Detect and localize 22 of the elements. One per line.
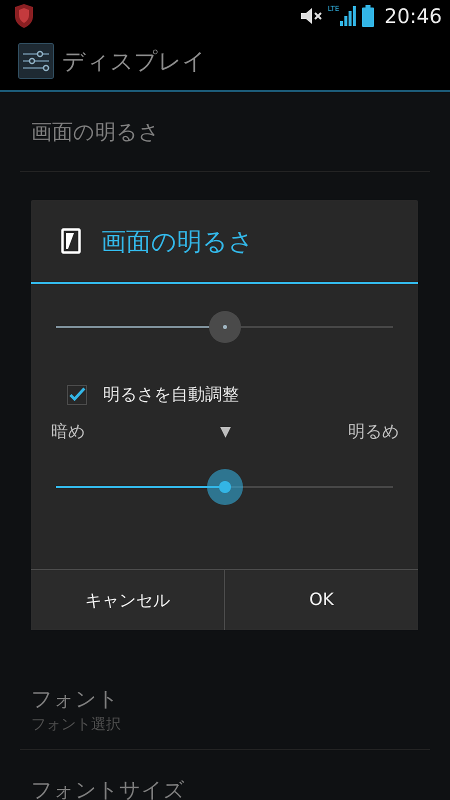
dim-label: 暗め — [51, 421, 85, 443]
mute-icon — [300, 7, 322, 25]
dialog-title: 画面の明るさ — [101, 226, 254, 258]
default-marker: ▼ — [220, 424, 231, 440]
setting-title[interactable]: フォント — [31, 685, 121, 713]
phone-icon — [61, 228, 81, 254]
brightness-slider[interactable] — [56, 469, 393, 505]
battery-icon — [362, 5, 374, 27]
checkbox[interactable] — [67, 384, 87, 404]
signal-icon — [340, 6, 356, 26]
brightness-slider[interactable] — [56, 309, 393, 345]
ok-button[interactable]: OK — [224, 570, 418, 630]
checkbox-label[interactable]: 明るさを自動調整 — [103, 383, 239, 406]
setting-title[interactable]: 画面の明るさ — [31, 118, 160, 146]
setting-title[interactable]: フォントサイズ — [31, 776, 185, 800]
sliders-icon — [18, 43, 54, 79]
screen-title: ディスプレイ — [62, 48, 206, 76]
clock-time: 20:46 — [384, 4, 442, 28]
setting-summary: フォント選択 — [31, 715, 121, 734]
shield-icon — [13, 4, 35, 28]
bright-label: 明るめ — [348, 421, 399, 443]
slider-thumb[interactable] — [206, 469, 242, 505]
